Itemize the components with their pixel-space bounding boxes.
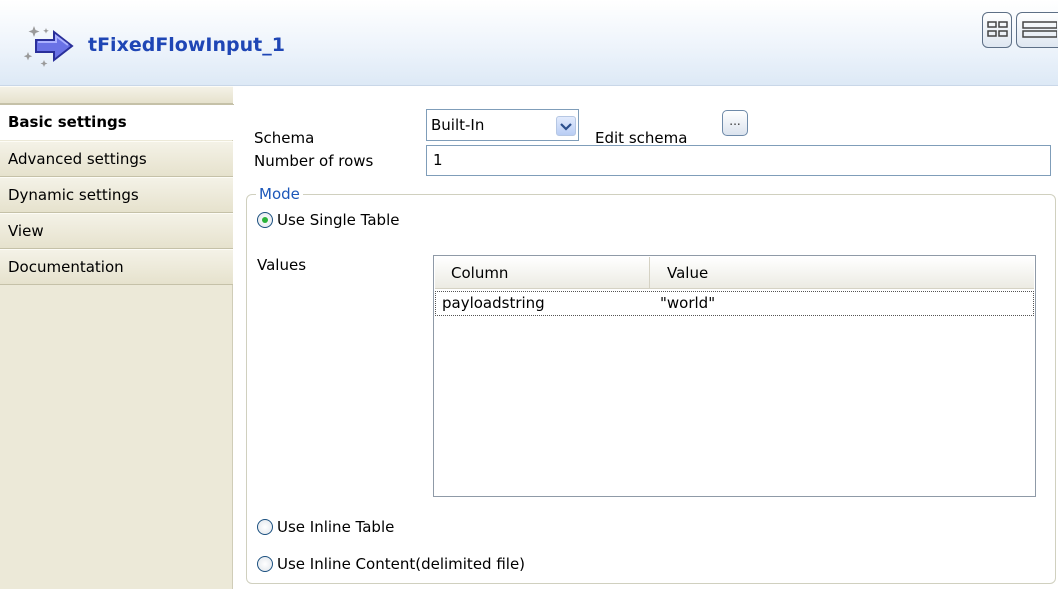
edit-schema-button[interactable]: ...: [722, 110, 748, 136]
list-view-button[interactable]: [1016, 12, 1058, 48]
inline-content-label[interactable]: Use Inline Content(delimited file): [277, 555, 525, 573]
schema-select[interactable]: Built-In: [426, 109, 579, 141]
number-of-rows-input[interactable]: 1: [426, 145, 1051, 176]
single-table-label[interactable]: Use Single Table: [277, 211, 399, 229]
schema-select-value: Built-In: [431, 116, 485, 134]
schema-label: Schema: [254, 129, 315, 147]
tab-dynamic-settings[interactable]: Dynamic settings: [0, 177, 233, 213]
settings-sidebar: Basic settings Advanced settings Dynamic…: [0, 86, 234, 589]
inline-table-radio[interactable]: [257, 519, 273, 535]
inline-content-radio[interactable]: [257, 556, 273, 572]
list-view-icon: [1022, 21, 1057, 38]
component-arrow-icon: [23, 26, 74, 67]
component-title: tFixedFlowInput_1: [88, 34, 285, 56]
column-header-value[interactable]: Value: [651, 257, 1031, 289]
tab-view[interactable]: View: [0, 213, 233, 249]
table-cell-column[interactable]: payloadstring: [442, 294, 545, 312]
table-row[interactable]: payloadstring "world": [435, 291, 1034, 316]
tab-advanced-settings[interactable]: Advanced settings: [0, 141, 233, 177]
values-label: Values: [257, 256, 307, 274]
values-table[interactable]: Column Value payloadstring "world": [433, 255, 1036, 497]
tab-basic-settings[interactable]: Basic settings: [0, 104, 234, 140]
single-table-radio[interactable]: [257, 212, 273, 228]
number-of-rows-label: Number of rows: [254, 152, 374, 170]
sidebar-top-strip: [0, 86, 233, 104]
inline-table-label[interactable]: Use Inline Table: [277, 518, 394, 536]
values-table-header: Column Value: [435, 257, 1034, 289]
component-header: tFixedFlowInput_1: [0, 0, 1058, 86]
table-cell-value[interactable]: "world": [660, 294, 715, 312]
mode-legend: Mode: [256, 185, 303, 203]
tab-documentation[interactable]: Documentation: [0, 249, 233, 285]
grid-view-button[interactable]: [982, 12, 1012, 48]
grid-view-icon: [987, 21, 1008, 37]
chevron-down-icon[interactable]: [556, 116, 576, 136]
column-header-column[interactable]: Column: [435, 257, 650, 289]
